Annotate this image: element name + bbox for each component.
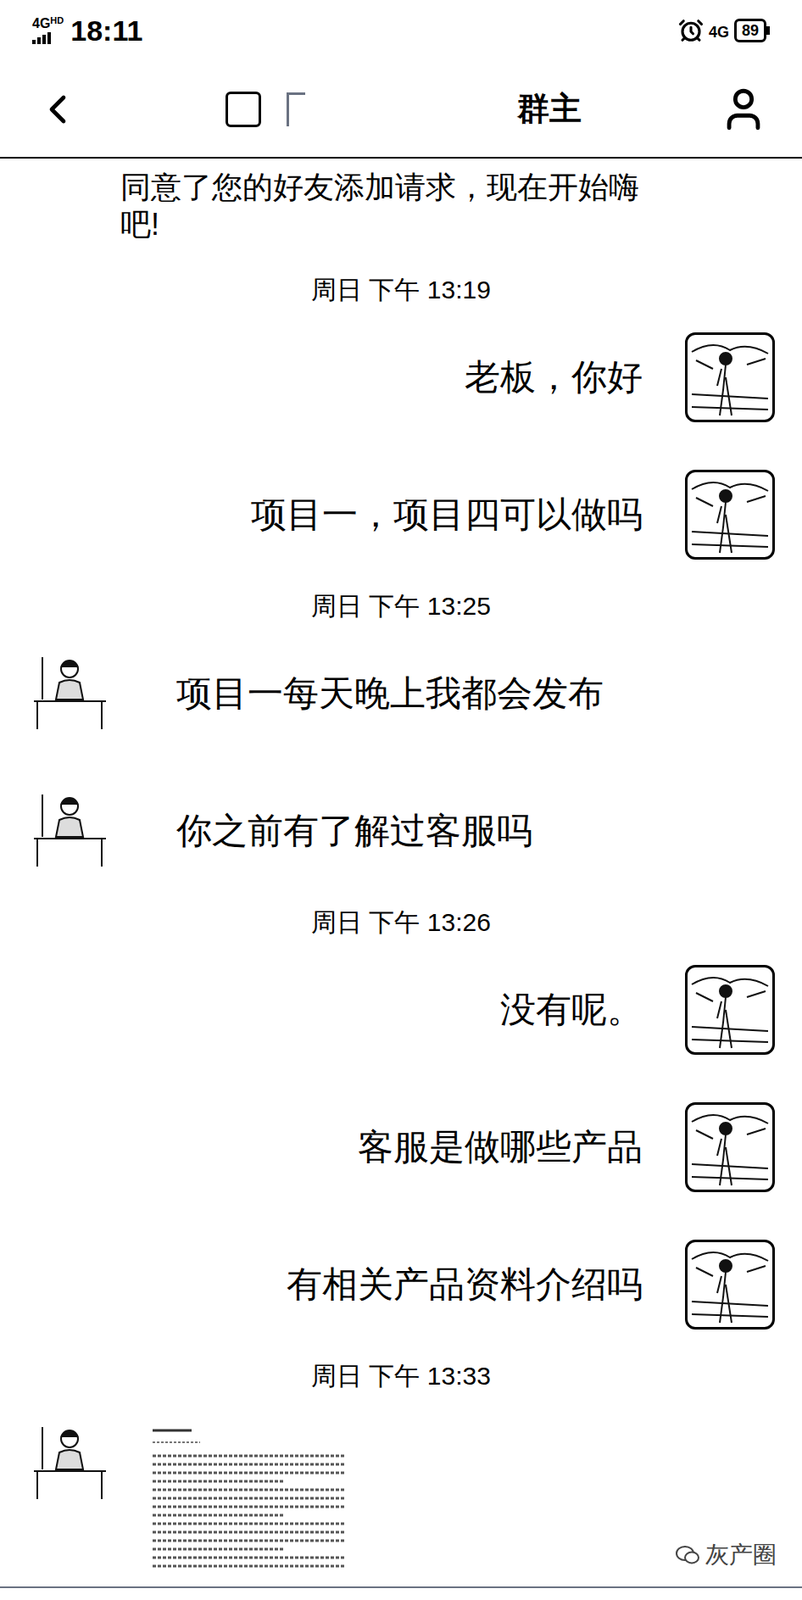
message-text[interactable]: 你之前有了解过客服吗 bbox=[176, 807, 533, 855]
my-avatar[interactable] bbox=[685, 469, 775, 560]
my-avatar[interactable] bbox=[685, 1239, 775, 1330]
my-avatar[interactable] bbox=[685, 964, 775, 1055]
message-text[interactable]: 有相关产品资料介绍吗 bbox=[286, 1260, 643, 1309]
message-row bbox=[0, 1418, 802, 1587]
wechat-logo-icon bbox=[674, 1543, 701, 1566]
message-text[interactable]: 客服是做哪些产品 bbox=[357, 1123, 643, 1171]
person-at-desk-icon bbox=[25, 648, 111, 734]
document-image-message[interactable] bbox=[140, 1418, 356, 1587]
person-photo-icon bbox=[687, 1104, 773, 1190]
person-photo-icon bbox=[687, 472, 773, 557]
bottom-divider bbox=[0, 1586, 802, 1588]
message-row: 客服是做哪些产品 bbox=[0, 1102, 802, 1192]
network-type: 4G bbox=[708, 21, 730, 45]
chat-area: 同意了您的好友添加请求，现在开始嗨吧! 周日 下午 13:19 老板，你好项目一，项… bbox=[0, 158, 802, 1587]
chat-screen: 4GHD18:11 4G89 群主同意了您的好友添加请求，现在开始嗨吧! 周日 下午 … bbox=[0, 0, 802, 1600]
back-icon[interactable] bbox=[33, 85, 82, 134]
person-at-desk-icon bbox=[25, 1418, 111, 1504]
person-photo-icon bbox=[687, 334, 773, 420]
chat-title: 群主 bbox=[517, 84, 582, 134]
timestamp: 周日 下午 13:33 bbox=[0, 1358, 802, 1393]
person-photo-icon bbox=[687, 1241, 773, 1327]
message-row: 你之前有了解过客服吗 bbox=[0, 785, 802, 876]
message-text[interactable]: 没有呢。 bbox=[500, 985, 643, 1034]
timestamp: 周日 下午 13:26 bbox=[0, 905, 802, 940]
message-row: 有相关产品资料介绍吗 bbox=[0, 1239, 802, 1330]
message-text[interactable]: 项目一每天晚上我都会发布 bbox=[176, 669, 604, 718]
watermark: 灰产圈 bbox=[674, 1540, 777, 1570]
my-avatar[interactable] bbox=[685, 332, 775, 423]
person-at-desk-icon bbox=[25, 785, 111, 871]
contact-avatar[interactable] bbox=[25, 1418, 116, 1509]
timestamp: 周日 下午 13:25 bbox=[0, 589, 802, 624]
alarm-icon bbox=[678, 17, 704, 44]
message-row: 项目一每天晚上我都会发布 bbox=[0, 648, 802, 739]
document-thumbnail-icon bbox=[140, 1418, 356, 1587]
clock-time: 18:11 bbox=[70, 9, 143, 53]
nav-bar: 群主 bbox=[0, 61, 802, 159]
person-photo-icon bbox=[687, 967, 773, 1053]
my-avatar[interactable] bbox=[685, 1102, 775, 1192]
message-row: 老板，你好 bbox=[0, 332, 802, 423]
message-text[interactable]: 老板，你好 bbox=[464, 353, 643, 401]
battery: 89 bbox=[734, 18, 770, 43]
message-text[interactable]: 项目一，项目四可以做吗 bbox=[250, 490, 643, 539]
contact-avatar[interactable] bbox=[25, 785, 116, 876]
message-row: 项目一，项目四可以做吗 bbox=[0, 469, 802, 560]
status-bar: 4GHD18:11 4G89 bbox=[0, 0, 802, 62]
system-message: 同意了您的好友添加请求，现在开始嗨吧! bbox=[0, 158, 662, 244]
redacted-mark bbox=[286, 92, 306, 127]
message-row: 没有呢。 bbox=[0, 964, 802, 1055]
redacted-mark bbox=[225, 91, 262, 128]
profile-icon[interactable] bbox=[718, 84, 769, 134]
timestamp: 周日 下午 13:19 bbox=[0, 272, 802, 307]
contact-avatar[interactable] bbox=[25, 648, 116, 739]
signal-indicator: 4GHD bbox=[32, 16, 64, 45]
